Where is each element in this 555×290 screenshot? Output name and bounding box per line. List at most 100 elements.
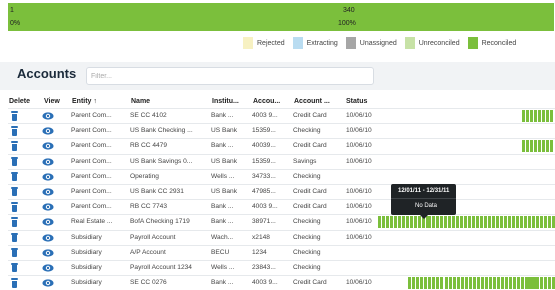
delete-button[interactable]	[11, 141, 18, 153]
view-button[interactable]	[42, 233, 54, 244]
timeline-bar[interactable]	[536, 277, 539, 290]
table-row[interactable]: Parent Com... RB CC 4479 Bank ... 40039... C…	[8, 138, 555, 153]
timeline-bar[interactable]	[436, 277, 439, 290]
table-row[interactable]: Subsidiary A/P Account BECU 1234 Checking	[8, 244, 555, 260]
delete-button[interactable]	[11, 111, 18, 123]
column-header-entity[interactable]: Entity ↑	[72, 98, 97, 105]
status-timeline[interactable]	[528, 277, 555, 290]
table-row[interactable]: Parent Com... SE CC 4102 Bank ... 4003 9...…	[8, 108, 555, 123]
timeline-bar[interactable]	[546, 110, 549, 122]
view-button[interactable]	[42, 264, 54, 274]
timeline-bar[interactable]	[420, 277, 423, 290]
timeline-bar[interactable]	[452, 216, 455, 229]
timeline-bar[interactable]	[408, 277, 411, 290]
timeline-bar[interactable]	[410, 216, 413, 229]
timeline-bar[interactable]	[496, 216, 499, 229]
timeline-bar[interactable]	[448, 216, 451, 229]
view-button[interactable]	[42, 157, 54, 168]
column-header-name[interactable]: Name	[131, 98, 150, 105]
delete-button[interactable]	[11, 202, 18, 214]
timeline-bar[interactable]	[440, 216, 443, 229]
timeline-bar[interactable]	[544, 216, 547, 229]
timeline-bar[interactable]	[526, 110, 529, 122]
status-timeline[interactable]	[428, 216, 555, 229]
timeline-bar[interactable]	[522, 140, 525, 153]
timeline-bar[interactable]	[538, 140, 541, 153]
timeline-bar[interactable]	[489, 277, 492, 290]
timeline-bar[interactable]	[476, 216, 479, 229]
timeline-bar[interactable]	[398, 216, 401, 229]
view-button[interactable]	[42, 249, 54, 259]
timeline-bar[interactable]	[378, 216, 381, 229]
table-row[interactable]: Parent Com... RB CC 7743 Bank ... 4003 9...…	[8, 199, 555, 214]
delete-button[interactable]	[11, 171, 18, 184]
timeline-bar[interactable]	[520, 216, 523, 229]
delete-button[interactable]	[11, 126, 18, 138]
timeline-bar[interactable]	[428, 277, 431, 290]
timeline-bar[interactable]	[530, 110, 533, 122]
timeline-bar[interactable]	[540, 216, 543, 229]
view-button[interactable]	[42, 142, 54, 152]
timeline-bar[interactable]	[432, 277, 435, 290]
timeline-bar[interactable]	[542, 140, 545, 153]
table-row[interactable]: Subsidiary Payroll Account 1234 Wells ... 2…	[8, 259, 555, 275]
table-row[interactable]: Parent Com... US Bank Checking ... US Bank…	[8, 123, 555, 138]
timeline-bar[interactable]	[481, 277, 484, 290]
timeline-bar[interactable]	[484, 216, 487, 229]
delete-button[interactable]	[11, 217, 18, 229]
view-button[interactable]	[42, 279, 54, 289]
delete-button[interactable]	[11, 232, 18, 245]
timeline-bar[interactable]	[457, 277, 460, 290]
timeline-bar[interactable]	[493, 277, 496, 290]
timeline-bar[interactable]	[544, 277, 547, 290]
timeline-bar[interactable]	[432, 216, 435, 229]
delete-button[interactable]	[11, 156, 18, 169]
delete-button[interactable]	[11, 247, 18, 260]
timeline-bar[interactable]	[424, 277, 427, 290]
timeline-bar[interactable]	[513, 277, 516, 290]
delete-button[interactable]	[11, 278, 18, 290]
timeline-bar[interactable]	[469, 277, 472, 290]
timeline-bar[interactable]	[517, 277, 520, 290]
timeline-bar[interactable]	[473, 277, 476, 290]
view-button[interactable]	[42, 127, 54, 137]
timeline-bar[interactable]	[461, 277, 464, 290]
timeline-bar[interactable]	[504, 216, 507, 229]
timeline-bar[interactable]	[508, 216, 511, 229]
timeline-bar[interactable]	[464, 216, 467, 229]
column-header-institution[interactable]: Institu...	[212, 98, 239, 105]
timeline-bar[interactable]	[402, 216, 405, 229]
table-row[interactable]: Parent Com... US Bank Savings 0... US Bank…	[8, 153, 555, 169]
timeline-bar[interactable]	[524, 216, 527, 229]
view-button[interactable]	[42, 218, 54, 228]
table-row[interactable]: Parent Com... Operating Wells ... 34733... C…	[8, 168, 555, 184]
table-row[interactable]: Subsidiary Payroll Account Wach... x2148 Che…	[8, 229, 555, 245]
status-timeline[interactable]	[408, 277, 443, 290]
timeline-bar[interactable]	[444, 216, 447, 229]
timeline-bar[interactable]	[382, 216, 385, 229]
timeline-bar[interactable]	[449, 277, 452, 290]
timeline-bar[interactable]	[550, 110, 553, 122]
status-timeline[interactable]	[522, 140, 553, 153]
timeline-bar[interactable]	[534, 110, 537, 122]
timeline-bar[interactable]	[540, 277, 543, 290]
timeline-bar[interactable]	[440, 277, 443, 290]
timeline-bar[interactable]	[536, 216, 539, 229]
timeline-bar[interactable]	[530, 140, 533, 153]
timeline-bar[interactable]	[521, 277, 524, 290]
timeline-bar[interactable]	[394, 216, 397, 229]
timeline-bar[interactable]	[465, 277, 468, 290]
view-button[interactable]	[42, 112, 54, 122]
timeline-bar[interactable]	[436, 216, 439, 229]
timeline-bar[interactable]	[428, 216, 431, 229]
delete-button[interactable]	[11, 186, 18, 199]
timeline-bar[interactable]	[472, 216, 475, 229]
timeline-bar[interactable]	[445, 277, 448, 290]
timeline-bar[interactable]	[526, 140, 529, 153]
timeline-bar[interactable]	[522, 110, 525, 122]
view-button[interactable]	[42, 173, 54, 183]
timeline-bar[interactable]	[492, 216, 495, 229]
timeline-bar[interactable]	[480, 216, 483, 229]
timeline-bar[interactable]	[488, 216, 491, 229]
timeline-bar[interactable]	[509, 277, 512, 290]
